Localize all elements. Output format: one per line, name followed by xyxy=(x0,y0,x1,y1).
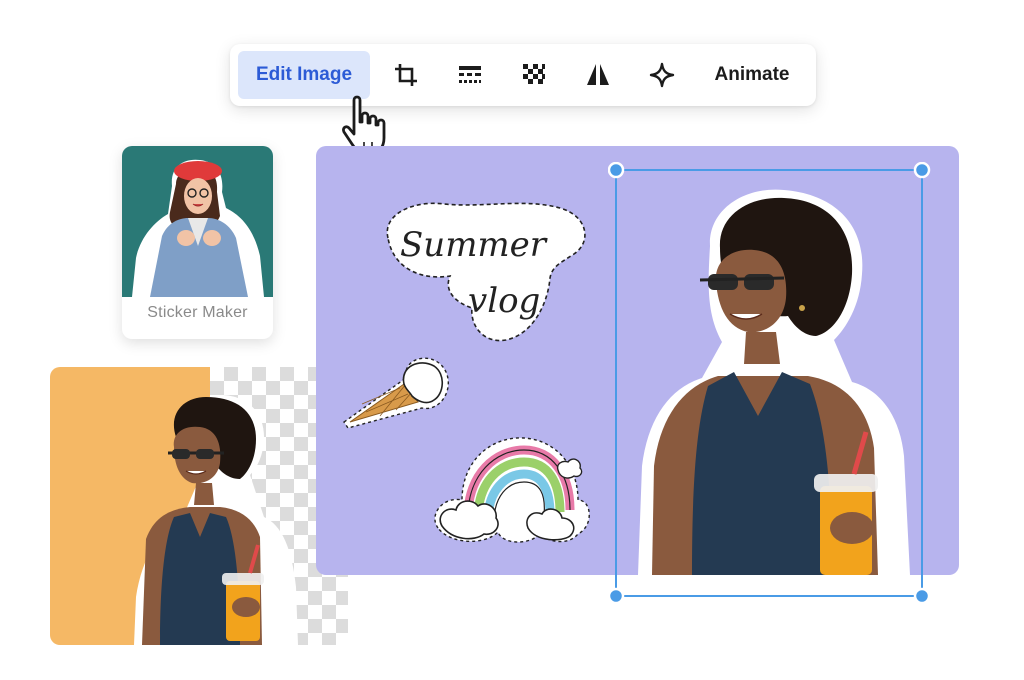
animate-button[interactable]: Animate xyxy=(702,59,802,91)
transparency-button[interactable] xyxy=(516,57,552,93)
sticker-maker-label: Sticker Maker xyxy=(147,304,248,321)
summer-vlog-sticker[interactable]: Summer vlog xyxy=(374,194,596,346)
image-toolbar: Edit Image Animate xyxy=(230,44,816,106)
flip-icon xyxy=(587,64,609,85)
adjust-icon xyxy=(459,66,481,83)
magic-button[interactable] xyxy=(644,57,680,93)
crop-button[interactable] xyxy=(388,57,424,93)
ice-cream-sticker[interactable] xyxy=(340,350,452,432)
selection-box[interactable] xyxy=(608,162,932,606)
woman-photo xyxy=(134,395,298,645)
sticker-maker-thumbnail xyxy=(122,146,273,297)
magic-icon xyxy=(649,62,675,88)
sticker-text-summer: Summer xyxy=(400,225,548,265)
resize-handle-bottom-left xyxy=(608,587,625,605)
rainbow-sticker[interactable] xyxy=(428,430,592,550)
resize-handle-top-left xyxy=(608,162,625,179)
crop-icon xyxy=(395,64,417,86)
resize-handle-top-right xyxy=(913,162,931,179)
sticker-text-vlog: vlog xyxy=(468,281,540,321)
resize-handle-bottom-right xyxy=(913,587,931,605)
flip-button[interactable] xyxy=(580,57,616,93)
sticker-maker-card[interactable]: Sticker Maker xyxy=(122,146,273,339)
adjust-button[interactable] xyxy=(452,57,488,93)
transparency-icon xyxy=(523,64,545,84)
background-removal-card xyxy=(50,367,348,645)
